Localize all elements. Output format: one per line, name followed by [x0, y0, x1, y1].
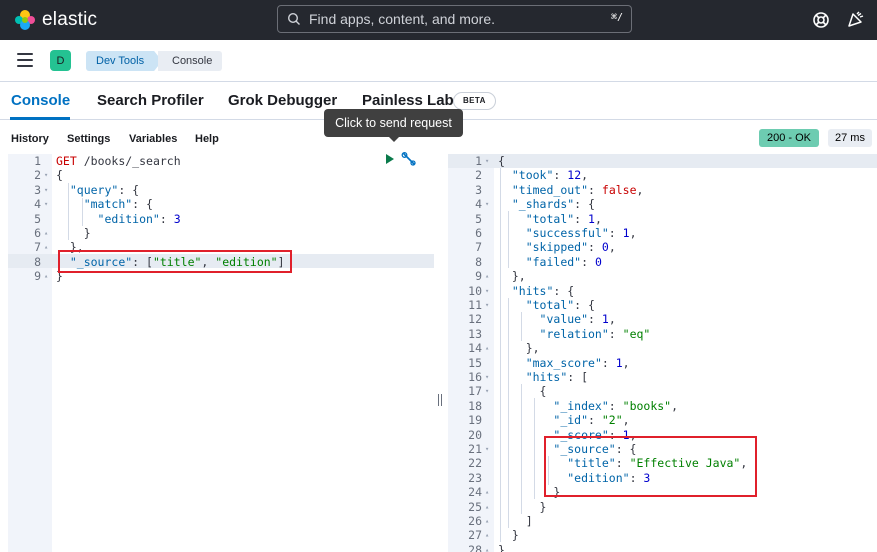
breadcrumb-console: Console [158, 51, 223, 71]
brand-name: elastic [42, 9, 98, 30]
search-placeholder: Find apps, content, and more. [309, 11, 495, 27]
request-url: /books/_search [83, 154, 181, 168]
menu-settings[interactable]: Settings [67, 133, 110, 145]
search-icon [287, 12, 300, 25]
elastic-logo-icon [15, 10, 35, 30]
menu-toggle-button[interactable] [17, 53, 33, 67]
beta-badge: BETA [453, 92, 496, 110]
wrench-icon[interactable] [401, 152, 417, 166]
source-highlight-box [58, 250, 292, 273]
top-header: elastic Find apps, content, and more. ⌘/ [0, 0, 877, 40]
hamburger-icon [17, 53, 33, 55]
menu-variables[interactable]: Variables [129, 133, 177, 145]
request-line-1: GET /books/_search [8, 154, 434, 168]
pane-resize-handle[interactable] [438, 394, 444, 406]
search-shortcut: ⌘/ [610, 12, 623, 23]
news-feed-icon[interactable] [845, 10, 865, 30]
tab-grok-debugger[interactable]: Grok Debugger [228, 92, 337, 109]
menu-help[interactable]: Help [195, 133, 219, 145]
source-result-highlight-box [544, 436, 757, 497]
elastic-logo[interactable]: elastic [14, 9, 97, 31]
request-editor[interactable]: 1 2 ▾ 3 ▾ 4 ▾ 5 6 ▴ 7 ▴ 8 9 ▴ GET /books/_search { "qu… [8, 154, 434, 552]
tab-painless-lab[interactable]: Painless Lab [362, 92, 454, 109]
breadcrumb-bar: D Dev Tools Console [0, 40, 877, 82]
tooltip-arrow [388, 136, 400, 142]
tab-search-profiler[interactable]: Search Profiler [97, 92, 204, 109]
menu-history[interactable]: History [11, 133, 49, 145]
response-time-badge: 27 ms [828, 129, 872, 147]
tab-console[interactable]: Console [11, 92, 70, 109]
request-method: GET [56, 154, 77, 168]
send-request-tooltip: Click to send request [324, 109, 463, 137]
space-avatar[interactable]: D [50, 50, 71, 71]
breadcrumb-dev-tools[interactable]: Dev Tools [86, 51, 162, 71]
response-status-badge: 200 - OK [759, 129, 820, 147]
global-search-input[interactable]: Find apps, content, and more. ⌘/ [277, 5, 632, 33]
send-request-button[interactable] [386, 154, 394, 164]
help-icon[interactable] [811, 10, 831, 30]
